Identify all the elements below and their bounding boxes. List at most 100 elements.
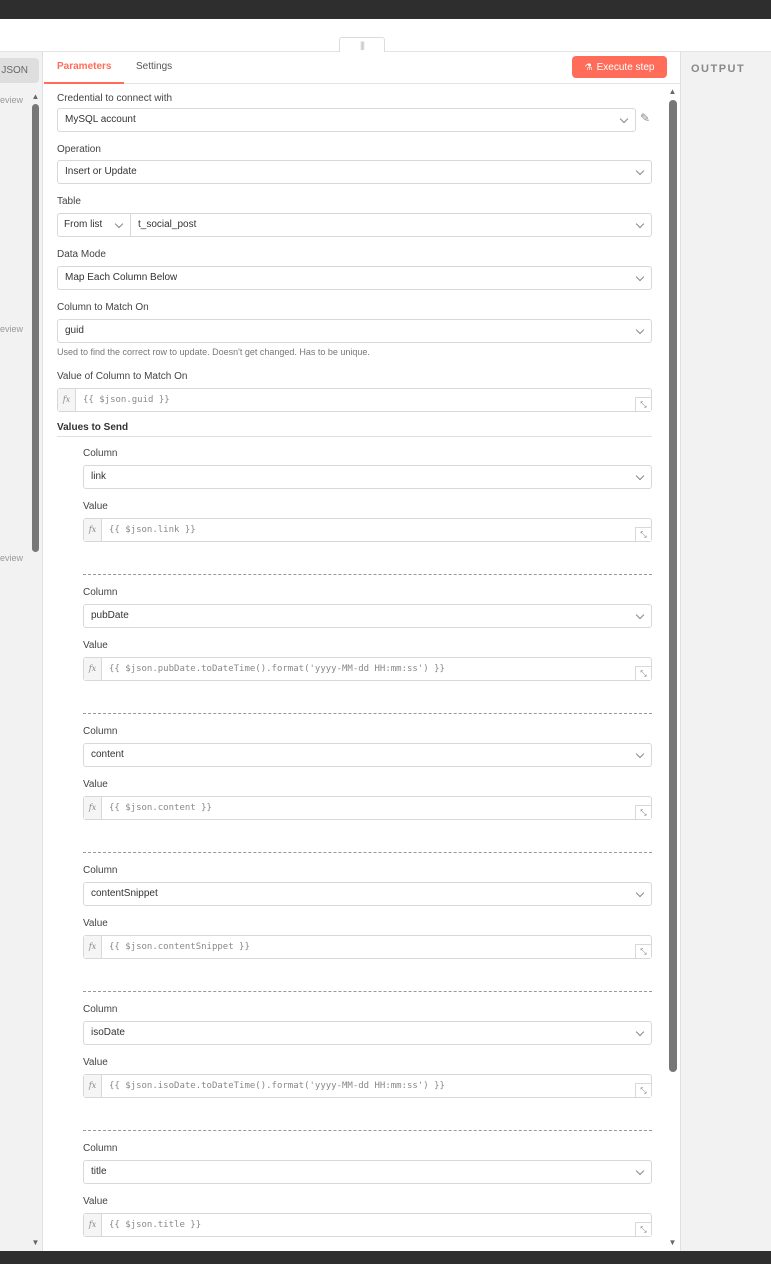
section-divider [57,436,652,437]
mapping-separator [83,991,652,992]
preview-label: eview [0,95,24,105]
preview-label: eview [0,324,24,334]
mapping-value-expression: {{ $json.title }} [109,1220,202,1230]
credential-value: MySQL account [65,114,136,125]
preview-label: eview [0,553,24,563]
input-scrollbar-thumb[interactable] [32,104,39,552]
table-label: Table [57,196,81,207]
mapping-value-expression: {{ $json.content }} [109,803,212,813]
mapping-column-value: isoDate [91,1027,125,1038]
chevron-down-icon [635,471,645,481]
match-column-select[interactable]: guid [57,319,652,343]
expand-editor-icon[interactable]: ⤡ [635,527,651,541]
tab-settings[interactable]: Settings [123,61,185,84]
mapping-column-label: Column [83,1004,118,1015]
expand-editor-icon[interactable]: ⤡ [635,805,651,819]
match-column-label: Column to Match On [57,302,149,313]
chevron-down-icon [635,219,645,229]
table-mode-value: From list [64,219,103,230]
mapping-column-label: Column [83,448,118,459]
mapping-column-value: content [91,749,124,760]
operation-select[interactable]: Insert or Update [57,160,652,184]
flask-icon: ⚗ [584,62,593,72]
fx-icon: fx [84,936,102,958]
mapping-value-label: Value [83,1057,108,1068]
mapping-value-label: Value [83,779,108,790]
chevron-down-icon [114,219,124,229]
match-value-label: Value of Column to Match On [57,371,188,382]
chevron-down-icon [635,1166,645,1176]
expand-editor-icon[interactable]: ⤡ [635,1083,651,1097]
bottom-bar [0,1251,771,1264]
mapping-separator [83,1130,652,1131]
mapping-column-select[interactable]: contentSnippet [83,882,652,906]
fx-icon: fx [84,519,102,541]
credential-select[interactable]: MySQL account [57,108,636,132]
scroll-up-arrow-icon[interactable]: ▲ [667,87,678,96]
expand-editor-icon[interactable]: ⤡ [635,397,651,411]
mapping-column-value: title [91,1166,107,1177]
expand-editor-icon[interactable]: ⤡ [635,666,651,680]
fx-icon: fx [84,658,102,680]
input-panel: JSON eview eview eview ▲ ▼ [0,52,43,1251]
scroll-down-arrow-icon[interactable]: ▼ [30,1238,41,1247]
mapping-column-value: link [91,471,107,482]
mapping-value-input[interactable]: fx {{ $json.content }} ⤡ [83,796,652,820]
match-column-value: guid [65,325,84,336]
parameters-panel: Parameters Settings ⚗ Execute step Creden… [44,52,680,1251]
data-mode-select[interactable]: Map Each Column Below [57,266,652,290]
output-panel: OUTPUT [680,52,771,1251]
mapping-value-expression: {{ $json.isoDate.toDateTime().format('yy… [109,1081,445,1091]
mapping-value-expression: {{ $json.link }} [109,525,196,535]
fx-icon: fx [84,1075,102,1097]
mapping-column-select[interactable]: isoDate [83,1021,652,1045]
data-mode-value: Map Each Column Below [65,272,178,283]
values-to-send-label: Values to Send [57,422,129,433]
mapping-value-input[interactable]: fx {{ $json.pubDate.toDateTime().format(… [83,657,652,681]
data-mode-label: Data Mode [57,249,106,260]
expand-editor-icon[interactable]: ⤡ [635,944,651,958]
tab-parameters[interactable]: Parameters [44,61,125,84]
fx-icon: fx [84,1214,102,1236]
mapping-separator [83,574,652,575]
match-value-input[interactable]: fx {{ $json.guid }} ⤡ [57,388,652,412]
mapping-value-label: Value [83,640,108,651]
drag-handle[interactable]: ||| [339,37,385,52]
parameters-scrollbar-thumb[interactable] [669,100,677,1072]
mapping-column-select[interactable]: link [83,465,652,489]
operation-value: Insert or Update [65,166,137,177]
expand-editor-icon[interactable]: ⤡ [635,1222,651,1236]
table-mode-select[interactable]: From list [57,213,131,237]
mapping-column-select[interactable]: content [83,743,652,767]
fx-icon: fx [58,389,76,411]
credential-label: Credential to connect with [57,93,173,104]
execute-step-button[interactable]: ⚗ Execute step [572,56,667,78]
table-select[interactable]: t_social_post [131,213,652,237]
scroll-down-arrow-icon[interactable]: ▼ [667,1238,678,1247]
chevron-down-icon [635,1027,645,1037]
chevron-down-icon [635,325,645,335]
json-tab[interactable]: JSON [0,58,39,83]
mapping-value-label: Value [83,501,108,512]
mapping-value-input[interactable]: fx {{ $json.contentSnippet }} ⤡ [83,935,652,959]
mapping-value-input[interactable]: fx {{ $json.link }} ⤡ [83,518,652,542]
edit-credential-icon[interactable]: ✎ [640,111,650,125]
mapping-value-label: Value [83,918,108,929]
mapping-column-select[interactable]: pubDate [83,604,652,628]
mapping-column-label: Column [83,1143,118,1154]
mapping-value-label: Value [83,1196,108,1207]
mapping-value-expression: {{ $json.contentSnippet }} [109,942,250,952]
mapping-value-expression: {{ $json.pubDate.toDateTime().format('yy… [109,664,445,674]
fx-icon: fx [84,797,102,819]
table-value: t_social_post [138,219,197,230]
chevron-down-icon [635,166,645,176]
mapping-column-select[interactable]: title [83,1160,652,1184]
mapping-column-value: pubDate [91,610,129,621]
scroll-up-arrow-icon[interactable]: ▲ [30,92,41,101]
chevron-down-icon [635,610,645,620]
mapping-value-input[interactable]: fx {{ $json.isoDate.toDateTime().format(… [83,1074,652,1098]
output-title: OUTPUT [691,63,746,75]
mapping-separator [83,852,652,853]
node-tabs: Parameters Settings ⚗ Execute step [44,52,680,84]
mapping-value-input[interactable]: fx {{ $json.title }} ⤡ [83,1213,652,1237]
